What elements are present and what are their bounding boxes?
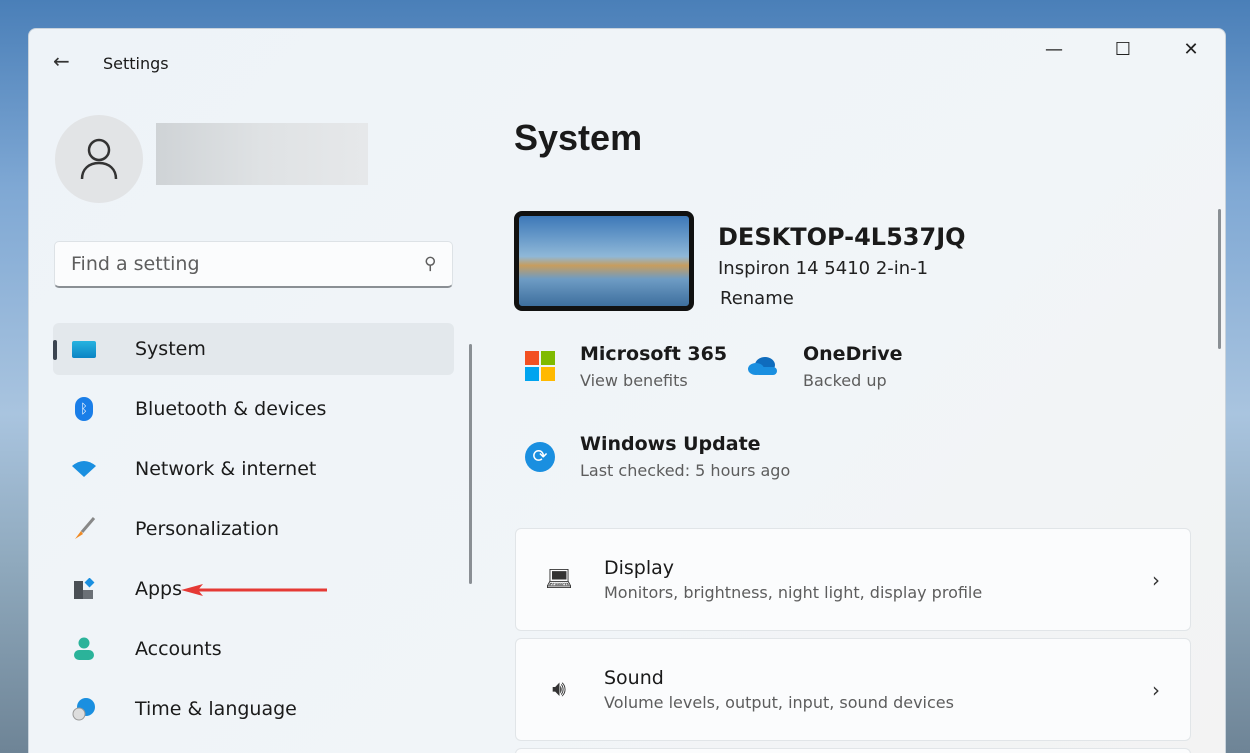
device-model: Inspiron 14 5410 2-in-1 xyxy=(718,258,928,279)
monitor-icon xyxy=(69,341,99,358)
sidebar-item-personalization[interactable]: Personalization xyxy=(53,503,454,555)
sound-card[interactable]: 🔊︎ Sound Volume levels, output, input, so… xyxy=(515,638,1191,741)
search-icon: ⚲ xyxy=(424,254,436,274)
quick-subtitle: Last checked: 5 hours ago xyxy=(580,461,790,480)
sidebar-item-label: Bluetooth & devices xyxy=(135,398,326,420)
windows-update-icon: ⟳ xyxy=(525,442,555,472)
laptop-icon: 💻︎ xyxy=(544,567,574,592)
search-input[interactable]: Find a setting ⚲ xyxy=(54,241,453,288)
sidebar-item-label: Apps xyxy=(135,578,182,600)
card-title: Sound xyxy=(604,667,954,689)
card-title: Display xyxy=(604,557,982,579)
sidebar-item-label: Accounts xyxy=(135,638,222,660)
sidebar-item-label: Personalization xyxy=(135,518,279,540)
quick-subtitle: View benefits xyxy=(580,371,727,390)
device-name: DESKTOP-4L537JQ xyxy=(718,223,966,251)
person-icon xyxy=(79,137,119,181)
back-button[interactable]: ← xyxy=(53,49,70,73)
quick-title: Windows Update xyxy=(580,433,790,455)
windows-update-link[interactable]: Windows Update Last checked: 5 hours ago xyxy=(580,433,790,480)
user-name-redacted xyxy=(156,123,368,185)
close-button[interactable]: ✕ xyxy=(1171,39,1211,60)
speaker-icon: 🔊︎ xyxy=(544,677,574,702)
search-placeholder: Find a setting xyxy=(71,253,200,275)
avatar[interactable] xyxy=(55,115,143,203)
person-icon xyxy=(69,637,99,661)
chevron-right-icon: › xyxy=(1152,568,1160,592)
quick-subtitle: Backed up xyxy=(803,371,903,390)
quick-title: Microsoft 365 xyxy=(580,343,727,365)
wifi-icon xyxy=(69,460,99,478)
sidebar-item-network[interactable]: Network & internet xyxy=(53,443,454,495)
annotation-arrow xyxy=(181,584,327,596)
sidebar-item-label: System xyxy=(135,338,206,360)
microsoft365-icon xyxy=(525,351,555,385)
selection-indicator xyxy=(53,340,57,360)
desktop-wallpaper-thumbnail xyxy=(514,211,694,311)
next-card[interactable] xyxy=(515,748,1191,753)
sidebar-item-label: Time & language xyxy=(135,698,297,720)
card-subtitle: Volume levels, output, input, sound devi… xyxy=(604,693,954,712)
sidebar-item-bluetooth[interactable]: ᛒ Bluetooth & devices xyxy=(53,383,454,435)
sidebar-item-system[interactable]: System xyxy=(53,323,454,375)
display-card[interactable]: 💻︎ Display Monitors, brightness, night li… xyxy=(515,528,1191,631)
chevron-right-icon: › xyxy=(1152,678,1160,702)
window-title: Settings xyxy=(103,54,169,73)
brush-icon xyxy=(69,517,99,541)
onedrive-icon xyxy=(747,355,779,381)
quick-title: OneDrive xyxy=(803,343,903,365)
rename-link[interactable]: Rename xyxy=(720,288,794,309)
sidebar-item-accounts[interactable]: Accounts xyxy=(53,623,454,675)
maximize-button[interactable]: ☐ xyxy=(1103,39,1143,60)
card-subtitle: Monitors, brightness, night light, displ… xyxy=(604,583,982,602)
main-scrollbar[interactable] xyxy=(1218,209,1221,349)
settings-window: ← Settings — ☐ ✕ Find a setting ⚲ System… xyxy=(28,28,1226,753)
microsoft365-link[interactable]: Microsoft 365 View benefits xyxy=(580,343,727,390)
sidebar-item-time-language[interactable]: Time & language xyxy=(53,683,454,735)
sidebar-scrollbar[interactable] xyxy=(469,344,472,584)
sidebar-item-label: Network & internet xyxy=(135,458,316,480)
onedrive-link[interactable]: OneDrive Backed up xyxy=(803,343,903,390)
minimize-button[interactable]: — xyxy=(1034,39,1074,60)
globe-clock-icon xyxy=(69,697,99,721)
apps-icon xyxy=(69,578,99,600)
bluetooth-icon: ᛒ xyxy=(69,397,99,421)
page-title: System xyxy=(514,117,642,159)
